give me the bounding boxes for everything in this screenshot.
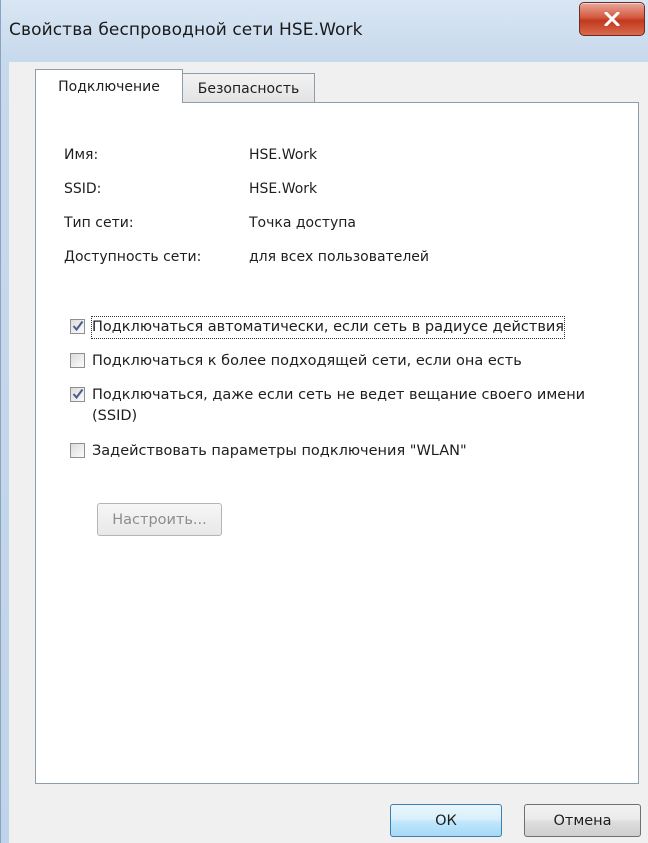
prefer-better-checkbox[interactable] xyxy=(70,353,85,368)
wlan-params-label[interactable]: Задействовать параметры подключения "WLA… xyxy=(92,441,467,462)
network-type-label: Тип сети: xyxy=(64,215,134,231)
auto-connect-label[interactable]: Подключаться автоматически, если сеть в … xyxy=(90,316,566,339)
hidden-ssid-label[interactable]: Подключаться, даже если сеть не ведет ве… xyxy=(92,385,602,427)
dialog-window: Свойства беспроводной сети HSE.Work Подк… xyxy=(0,0,648,843)
close-button[interactable] xyxy=(579,2,645,36)
availability-value: для всех пользователей xyxy=(249,249,429,265)
name-value: HSE.Work xyxy=(249,147,318,163)
tab-panel: Имя: HSE.Work SSID: HSE.Work Тип сети: Т… xyxy=(35,102,639,784)
close-icon xyxy=(604,12,620,26)
window-title: Свойства беспроводной сети HSE.Work xyxy=(9,20,363,40)
ssid-value: HSE.Work xyxy=(249,181,318,197)
checkmark-icon xyxy=(72,388,84,400)
ssid-label: SSID: xyxy=(64,181,102,197)
ok-button[interactable]: ОК xyxy=(390,804,502,837)
network-type-value: Точка доступа xyxy=(249,215,356,231)
checkmark-icon xyxy=(72,320,84,332)
cancel-button[interactable]: Отмена xyxy=(524,804,641,837)
availability-label: Доступность сети: xyxy=(64,249,202,265)
setup-button[interactable]: Настроить... xyxy=(97,503,222,536)
tab-security[interactable]: Безопасность xyxy=(182,73,315,103)
hidden-ssid-checkbox[interactable] xyxy=(70,387,85,402)
prefer-better-label[interactable]: Подключаться к более подходящей сети, ес… xyxy=(92,351,522,372)
wlan-params-checkbox[interactable] xyxy=(70,443,85,458)
name-label: Имя: xyxy=(64,147,99,163)
title-bar[interactable]: Свойства беспроводной сети HSE.Work xyxy=(1,0,648,62)
auto-connect-checkbox[interactable] xyxy=(70,319,85,334)
dialog-client-area: Подключение Безопасность Имя: HSE.Work S… xyxy=(9,62,648,843)
tab-connection[interactable]: Подключение xyxy=(35,69,183,103)
